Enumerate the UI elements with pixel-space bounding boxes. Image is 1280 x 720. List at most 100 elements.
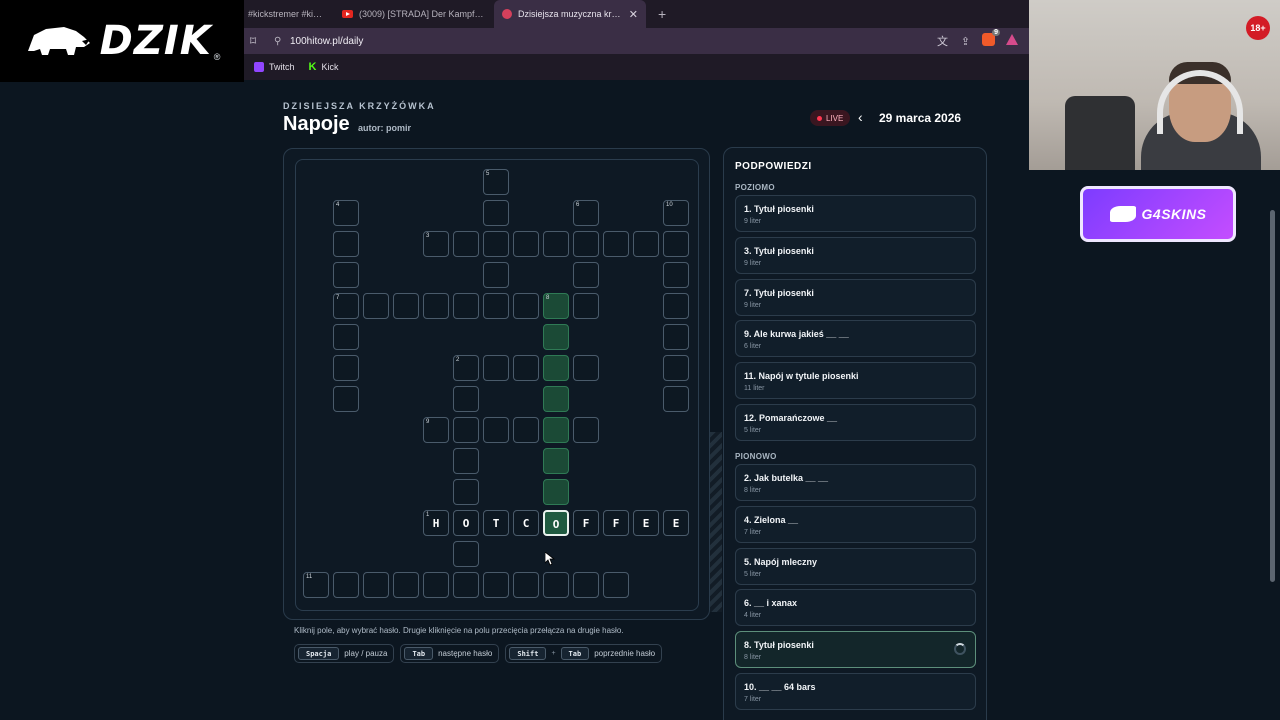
crossword-cell[interactable] bbox=[543, 355, 569, 381]
crossword-cell[interactable]: 8 bbox=[543, 293, 569, 319]
clue-item[interactable]: 11. Napój w tytule piosenki 11 liter bbox=[735, 362, 976, 400]
url-field[interactable]: 100hitow.pl/daily bbox=[290, 36, 931, 47]
crossword-cell[interactable] bbox=[453, 293, 479, 319]
tab-crossword[interactable]: Dzisiejsza muzyczna krzyżówka | ✕ bbox=[494, 0, 646, 28]
new-tab-button[interactable]: + bbox=[646, 6, 666, 22]
crossword-cell[interactable] bbox=[513, 231, 539, 257]
crossword-cell[interactable] bbox=[453, 541, 479, 567]
crossword-cell[interactable]: O bbox=[543, 510, 569, 536]
crossword-cell[interactable] bbox=[633, 231, 659, 257]
crossword-cell[interactable] bbox=[453, 386, 479, 412]
crossword-cell[interactable] bbox=[543, 324, 569, 350]
crossword-cell[interactable] bbox=[453, 448, 479, 474]
crossword-cell[interactable]: E bbox=[633, 510, 659, 536]
crossword-cell[interactable] bbox=[363, 572, 389, 598]
page-scrollbar[interactable] bbox=[1270, 210, 1275, 582]
clue-item[interactable]: 10. __ __ 64 bars 7 liter bbox=[735, 673, 976, 710]
crossword-cell[interactable] bbox=[543, 479, 569, 505]
clue-item[interactable]: 5. Napój mleczny 5 liter bbox=[735, 547, 976, 585]
crossword-cell[interactable] bbox=[663, 386, 689, 412]
crossword-cell[interactable] bbox=[483, 417, 509, 443]
previous-day-button[interactable]: ‹ bbox=[858, 109, 863, 125]
crossword-cell[interactable] bbox=[393, 572, 419, 598]
crossword-cell[interactable] bbox=[393, 293, 419, 319]
crossword-cell[interactable] bbox=[663, 355, 689, 381]
crossword-cell[interactable] bbox=[333, 324, 359, 350]
bookmark-icon[interactable]: ⌑ bbox=[250, 34, 274, 48]
crossword-cell[interactable] bbox=[573, 262, 599, 288]
crossword-cell[interactable] bbox=[573, 417, 599, 443]
clue-item[interactable]: 6. __ i xanax 4 liter bbox=[735, 589, 976, 627]
crossword-cell[interactable] bbox=[603, 572, 629, 598]
crossword-cell[interactable] bbox=[663, 324, 689, 350]
crossword-cell[interactable] bbox=[453, 572, 479, 598]
crossword-cell[interactable] bbox=[483, 231, 509, 257]
close-tab-icon[interactable]: ✕ bbox=[629, 8, 638, 21]
crossword-cell[interactable]: C bbox=[513, 510, 539, 536]
clue-item[interactable]: 3. Tytuł piosenki 9 liter bbox=[735, 236, 976, 274]
crossword-cell[interactable] bbox=[423, 572, 449, 598]
crossword-cell[interactable] bbox=[663, 293, 689, 319]
clue-item[interactable]: 2. Jak butelka __ __ 8 liter bbox=[735, 464, 976, 501]
crossword-cell[interactable] bbox=[483, 572, 509, 598]
tab-kick[interactable]: #kickstremer #kick # bbox=[244, 0, 334, 28]
crossword-cell[interactable] bbox=[333, 262, 359, 288]
crossword-cell[interactable] bbox=[483, 293, 509, 319]
crossword-cell[interactable]: 10 bbox=[663, 200, 689, 226]
crossword-cell[interactable]: F bbox=[603, 510, 629, 536]
translate-icon[interactable]: 文 bbox=[931, 33, 954, 49]
crossword-cell[interactable]: T bbox=[483, 510, 509, 536]
site-settings-icon[interactable]: ⚲ bbox=[274, 36, 290, 47]
crossword-cell[interactable]: 1H bbox=[423, 510, 449, 536]
crossword-cell[interactable] bbox=[573, 293, 599, 319]
crossword-cell[interactable] bbox=[333, 355, 359, 381]
crossword-cell[interactable] bbox=[513, 572, 539, 598]
crossword-cell[interactable] bbox=[333, 572, 359, 598]
crossword-cell[interactable] bbox=[663, 262, 689, 288]
crossword-cell[interactable] bbox=[573, 231, 599, 257]
crossword-cell[interactable] bbox=[453, 417, 479, 443]
crossword-cell[interactable] bbox=[573, 572, 599, 598]
clue-item[interactable]: 12. Pomarańczowe __ 5 liter bbox=[735, 404, 976, 441]
crossword-cell[interactable]: 5 bbox=[483, 169, 509, 195]
crossword-cell[interactable]: 3 bbox=[423, 231, 449, 257]
crossword-cell[interactable] bbox=[483, 355, 509, 381]
tab-youtube[interactable]: (3009) [STRADA] Der Kampf um die A bbox=[334, 0, 494, 28]
crossword-cell[interactable] bbox=[603, 231, 629, 257]
crossword-cell[interactable]: F bbox=[573, 510, 599, 536]
crossword-cell[interactable] bbox=[543, 231, 569, 257]
clue-item[interactable]: 1. Tytuł piosenki 9 liter bbox=[735, 195, 976, 232]
crossword-cell[interactable] bbox=[513, 417, 539, 443]
crossword-cell[interactable] bbox=[573, 355, 599, 381]
crossword-cell[interactable] bbox=[543, 448, 569, 474]
clue-item[interactable]: 8. Tytuł piosenki 8 liter bbox=[735, 631, 976, 669]
crossword-cell[interactable]: 4 bbox=[333, 200, 359, 226]
clue-item[interactable]: 4. Zielona __ 7 liter bbox=[735, 505, 976, 543]
crossword-cell[interactable] bbox=[333, 231, 359, 257]
brave-rewards-icon[interactable] bbox=[1000, 34, 1023, 48]
crossword-cell[interactable] bbox=[513, 293, 539, 319]
crossword-cell[interactable] bbox=[513, 355, 539, 381]
crossword-cell[interactable]: 6 bbox=[573, 200, 599, 226]
crossword-cell[interactable]: 9 bbox=[423, 417, 449, 443]
crossword-cell[interactable] bbox=[453, 231, 479, 257]
crossword-cell[interactable] bbox=[423, 293, 449, 319]
crossword-cell[interactable] bbox=[663, 231, 689, 257]
crossword-cell[interactable] bbox=[363, 293, 389, 319]
crossword-cell[interactable] bbox=[333, 386, 359, 412]
crossword-cell[interactable] bbox=[543, 572, 569, 598]
crossword-cell[interactable] bbox=[543, 417, 569, 443]
crossword-cell[interactable] bbox=[453, 479, 479, 505]
brave-shield-icon[interactable]: 9 bbox=[977, 29, 1000, 49]
crossword-cell[interactable] bbox=[483, 200, 509, 226]
bookmark-twitch[interactable]: Twitch bbox=[254, 62, 295, 72]
crossword-cell[interactable] bbox=[543, 386, 569, 412]
bookmark-kick[interactable]: K Kick bbox=[309, 61, 339, 73]
crossword-cell[interactable]: 7 bbox=[333, 293, 359, 319]
crossword-cell[interactable] bbox=[483, 262, 509, 288]
crossword-cell[interactable]: 11 bbox=[303, 572, 329, 598]
clue-item[interactable]: 7. Tytuł piosenki 9 liter bbox=[735, 278, 976, 316]
clue-item[interactable]: 9. Ale kurwa jakieś __ __ 6 liter bbox=[735, 320, 976, 358]
crossword-cell[interactable]: O bbox=[453, 510, 479, 536]
share-icon[interactable]: ⇪ bbox=[954, 35, 977, 48]
